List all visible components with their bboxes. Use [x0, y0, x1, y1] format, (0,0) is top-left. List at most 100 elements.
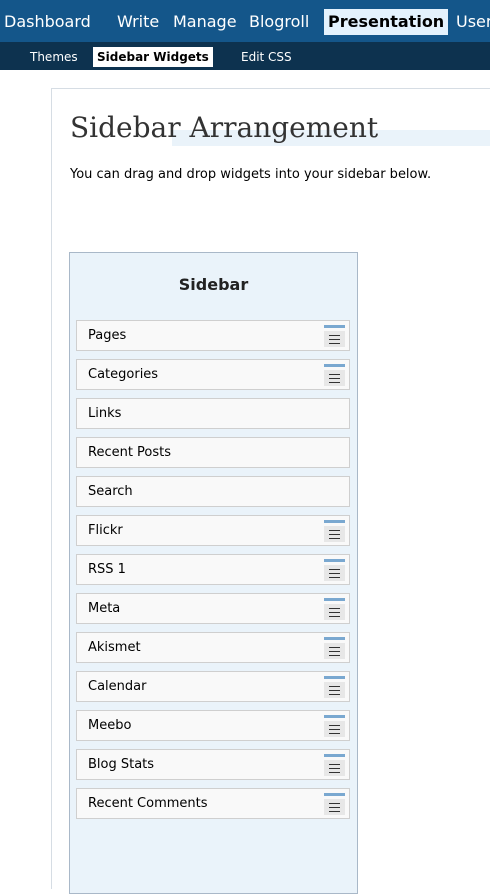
sidebar-widget[interactable]: Categories	[76, 359, 350, 390]
widget-options-icon[interactable]	[324, 637, 345, 659]
widget-label: Calendar	[88, 679, 147, 694]
tab-dashboard[interactable]: Dashboard	[0, 9, 95, 35]
options-accent-bar	[324, 364, 345, 367]
tab-users[interactable]: Users	[452, 9, 490, 35]
sidebar-widget[interactable]: Flickr	[76, 515, 350, 546]
tab-write[interactable]: Write	[113, 9, 163, 35]
widget-label: Flickr	[88, 523, 123, 538]
options-accent-bar	[324, 325, 345, 328]
options-accent-bar	[324, 754, 345, 757]
menu-line	[329, 690, 340, 691]
widget-options-icon[interactable]	[324, 715, 345, 737]
options-accent-bar	[324, 559, 345, 562]
widget-label: Pages	[88, 328, 127, 343]
widget-label: Meta	[88, 601, 121, 616]
widget-options-icon[interactable]	[324, 364, 345, 386]
sidebar-widget[interactable]: RSS 1	[76, 554, 350, 585]
widget-label: RSS 1	[88, 562, 126, 577]
menu-line	[329, 608, 340, 609]
widget-options-icon[interactable]	[324, 520, 345, 542]
sidebar-drop-zone[interactable]: Sidebar Pages Categories Links Recent Posts…	[69, 252, 358, 894]
menu-line	[329, 803, 340, 804]
widget-options-icon[interactable]	[324, 793, 345, 815]
widget-label: Recent Posts	[88, 445, 172, 460]
widget-options-icon[interactable]	[324, 754, 345, 776]
sidebar-widget[interactable]: Akismet	[76, 632, 350, 663]
widget-label: Links	[88, 406, 122, 421]
options-accent-bar	[324, 598, 345, 601]
menu-line	[329, 569, 340, 570]
menu-line	[329, 768, 340, 769]
widget-label: Search	[88, 484, 133, 499]
subtab-sidebar-widgets[interactable]: Sidebar Widgets	[93, 47, 213, 67]
options-accent-bar	[324, 793, 345, 796]
widget-options-icon[interactable]	[324, 559, 345, 581]
menu-line	[329, 694, 340, 695]
menu-lines-icon	[324, 331, 345, 347]
sidebar-widget[interactable]: Pages	[76, 320, 350, 351]
sidebar-widget[interactable]: Meebo	[76, 710, 350, 741]
menu-line	[329, 339, 340, 340]
menu-line	[329, 725, 340, 726]
subtab-themes[interactable]: Themes	[26, 47, 82, 67]
menu-line	[329, 733, 340, 734]
menu-line	[329, 335, 340, 336]
menu-lines-icon	[324, 799, 345, 815]
content-area: Sidebar Arrangement You can drag and dro…	[51, 88, 490, 894]
menu-line	[329, 616, 340, 617]
widget-label: Meebo	[88, 718, 132, 733]
widget-options-icon[interactable]	[324, 325, 345, 347]
menu-line	[329, 807, 340, 808]
widget-label: Recent Comments	[88, 796, 208, 811]
page-description: You can drag and drop widgets into your …	[70, 167, 432, 182]
menu-line	[329, 378, 340, 379]
menu-line	[329, 538, 340, 539]
menu-line	[329, 686, 340, 687]
menu-line	[329, 577, 340, 578]
sidebar-widget[interactable]: Recent Comments	[76, 788, 350, 819]
menu-line	[329, 655, 340, 656]
sub-navigation: Themes Sidebar Widgets Edit CSS	[0, 42, 490, 70]
menu-line	[329, 343, 340, 344]
widget-label: Categories	[88, 367, 159, 382]
menu-line	[329, 772, 340, 773]
tab-manage[interactable]: Manage	[169, 9, 241, 35]
options-accent-bar	[324, 520, 345, 523]
menu-lines-icon	[324, 370, 345, 386]
menu-lines-icon	[324, 604, 345, 620]
widget-options-icon[interactable]	[324, 598, 345, 620]
menu-lines-icon	[324, 682, 345, 698]
top-navigation: Dashboard Write Manage Blogroll Presenta…	[0, 0, 490, 42]
menu-lines-icon	[324, 565, 345, 581]
sidebar-widget[interactable]: Search	[76, 476, 350, 507]
sidebar-widget[interactable]: Links	[76, 398, 350, 429]
sidebar-title: Sidebar	[178, 275, 249, 294]
menu-line	[329, 647, 340, 648]
menu-lines-icon	[324, 526, 345, 542]
sidebar-widget[interactable]: Calendar	[76, 671, 350, 702]
widget-options-icon[interactable]	[324, 676, 345, 698]
subtab-edit-css[interactable]: Edit CSS	[237, 47, 296, 67]
menu-line	[329, 811, 340, 812]
menu-lines-icon	[324, 760, 345, 776]
widget-label: Akismet	[88, 640, 141, 655]
tab-presentation[interactable]: Presentation	[324, 9, 449, 35]
menu-line	[329, 729, 340, 730]
menu-line	[329, 573, 340, 574]
menu-lines-icon	[324, 721, 345, 737]
widget-label: Blog Stats	[88, 757, 155, 772]
menu-line	[329, 764, 340, 765]
menu-line	[329, 374, 340, 375]
tab-blogroll[interactable]: Blogroll	[245, 9, 313, 35]
menu-line	[329, 612, 340, 613]
menu-lines-icon	[324, 643, 345, 659]
menu-line	[329, 530, 340, 531]
menu-line	[329, 651, 340, 652]
options-accent-bar	[324, 676, 345, 679]
options-accent-bar	[324, 637, 345, 640]
menu-line	[329, 382, 340, 383]
sidebar-widget[interactable]: Meta	[76, 593, 350, 624]
sidebar-widget[interactable]: Recent Posts	[76, 437, 350, 468]
sidebar-widget[interactable]: Blog Stats	[76, 749, 350, 780]
page-title: Sidebar Arrangement	[70, 111, 379, 144]
